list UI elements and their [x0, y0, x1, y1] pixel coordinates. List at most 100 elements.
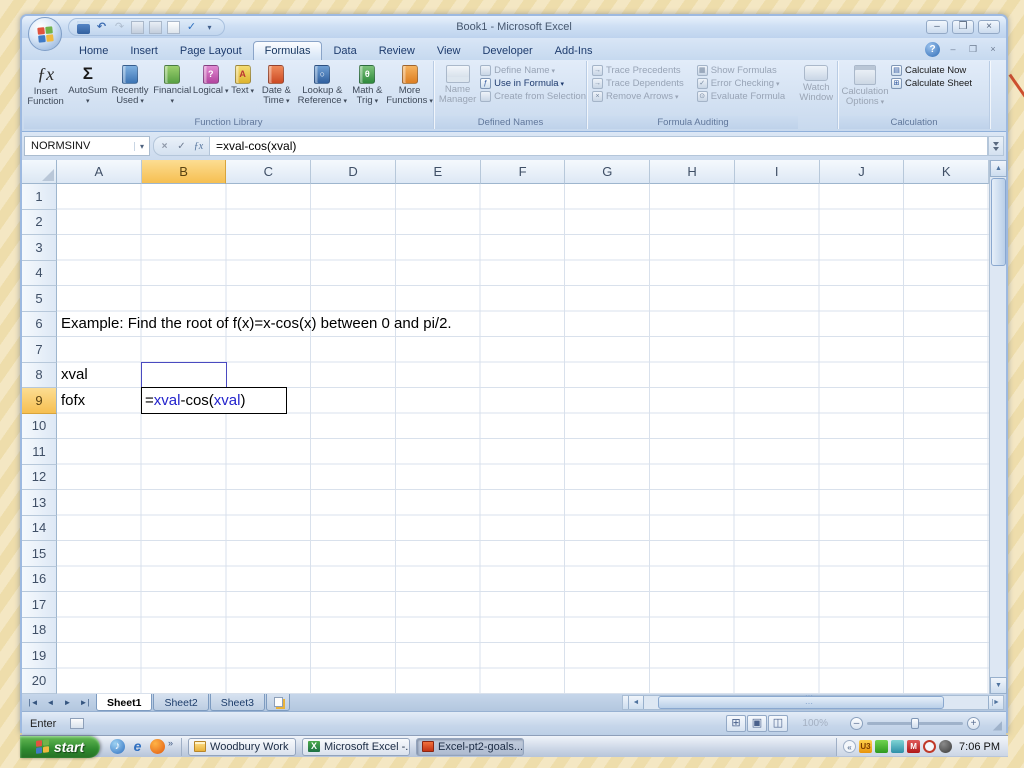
- insert-worksheet-button[interactable]: [266, 694, 290, 711]
- watch-window-button[interactable]: Watch Window: [796, 61, 837, 116]
- zoom-level[interactable]: 100%: [802, 718, 828, 729]
- tab-view[interactable]: View: [426, 42, 472, 60]
- row-header[interactable]: 12: [22, 464, 57, 490]
- sheet-tab-sheet2[interactable]: Sheet2: [153, 694, 209, 711]
- new-document-icon[interactable]: [167, 20, 180, 34]
- row-header[interactable]: 2: [22, 209, 57, 235]
- print-preview-icon[interactable]: [131, 20, 144, 34]
- task-button-microsoft-excel[interactable]: Microsoft Excel -...: [302, 737, 411, 756]
- cell-b8-reference-highlight[interactable]: [141, 362, 227, 389]
- row-header[interactable]: 7: [22, 337, 57, 363]
- firefox-icon[interactable]: [150, 739, 165, 754]
- page-layout-view-icon[interactable]: [747, 715, 767, 732]
- wireless-tray-icon[interactable]: [875, 740, 889, 753]
- cell-b9-edit-box[interactable]: =xval-cos(xval): [141, 387, 287, 414]
- zoom-slider[interactable]: [867, 718, 963, 729]
- tab-data[interactable]: Data: [322, 42, 367, 60]
- row-header[interactable]: 4: [22, 260, 57, 286]
- zoom-out-icon[interactable]: [850, 717, 863, 730]
- financial-button[interactable]: Financial: [152, 61, 193, 116]
- scroll-down-icon[interactable]: [990, 677, 1007, 694]
- row-header[interactable]: 16: [22, 566, 57, 592]
- workbook-minimize-icon[interactable]: [946, 44, 960, 56]
- resize-grip[interactable]: [993, 718, 1002, 732]
- text-button[interactable]: A Text: [229, 61, 257, 116]
- more-functions-button[interactable]: More Functions: [386, 61, 433, 116]
- column-header-c[interactable]: C: [226, 160, 312, 184]
- enter-icon[interactable]: [173, 141, 190, 152]
- maximize-button[interactable]: [952, 20, 974, 34]
- clock-tray-icon[interactable]: [939, 740, 953, 753]
- tab-review[interactable]: Review: [368, 42, 426, 60]
- column-header-h[interactable]: H: [650, 160, 735, 184]
- undo-icon[interactable]: [95, 21, 108, 34]
- antivirus-tray-icon[interactable]: [907, 740, 921, 753]
- horizontal-scrollbar[interactable]: [622, 695, 1004, 710]
- trace-dependents-button[interactable]: → Trace Dependents: [592, 78, 697, 89]
- tab-page-layout[interactable]: Page Layout: [169, 42, 253, 60]
- hide-icons-chevron-icon[interactable]: [843, 740, 857, 753]
- define-name-button[interactable]: Define Name: [480, 65, 586, 76]
- column-header-g[interactable]: G: [565, 160, 651, 184]
- show-formulas-button[interactable]: ▦ Show Formulas: [696, 65, 796, 76]
- autosum-button[interactable]: Σ AutoSum: [67, 61, 108, 116]
- name-box-dropdown-icon[interactable]: [134, 141, 149, 151]
- error-checking-button[interactable]: ✓ Error Checking: [696, 78, 796, 89]
- row-header[interactable]: 1: [22, 184, 57, 210]
- spelling-icon[interactable]: [185, 21, 198, 34]
- select-all-button[interactable]: [22, 160, 57, 184]
- expand-formula-bar-button[interactable]: [988, 136, 1004, 156]
- recently-used-button[interactable]: Recently Used: [108, 61, 151, 116]
- internet-explorer-icon[interactable]: [130, 739, 145, 754]
- open-icon[interactable]: [149, 20, 162, 34]
- office-button[interactable]: [28, 17, 62, 51]
- row-header[interactable]: 11: [22, 439, 57, 465]
- column-header-f[interactable]: F: [480, 160, 566, 184]
- customize-qat-icon[interactable]: [203, 21, 216, 34]
- cell-a9-text[interactable]: fofx: [61, 388, 85, 414]
- column-header-d[interactable]: D: [311, 160, 396, 184]
- cell-a8-text[interactable]: xval: [61, 362, 88, 388]
- close-button[interactable]: [978, 20, 1000, 34]
- utility-tray-icon[interactable]: [891, 740, 905, 753]
- macro-record-icon[interactable]: [70, 718, 85, 729]
- calculate-now-button[interactable]: ▤ Calculate Now: [891, 65, 972, 76]
- row-header[interactable]: 18: [22, 617, 57, 643]
- trace-precedents-button[interactable]: → Trace Precedents: [592, 65, 697, 76]
- calculate-sheet-button[interactable]: ⊞ Calculate Sheet: [891, 78, 972, 89]
- column-header-k[interactable]: K: [904, 160, 990, 184]
- remove-arrows-button[interactable]: × Remove Arrows: [592, 91, 697, 102]
- tab-home[interactable]: Home: [68, 42, 119, 60]
- row-header[interactable]: 13: [22, 490, 57, 516]
- column-header-i[interactable]: I: [734, 160, 820, 184]
- row-header[interactable]: 3: [22, 235, 57, 261]
- insert-function-icon[interactable]: [190, 141, 207, 152]
- u3-tray-icon[interactable]: U3: [859, 740, 873, 753]
- scroll-right-icon[interactable]: [988, 696, 1003, 709]
- redo-icon[interactable]: [113, 21, 126, 34]
- music-player-icon[interactable]: [110, 739, 125, 754]
- first-sheet-icon[interactable]: [26, 698, 41, 707]
- next-sheet-icon[interactable]: [60, 698, 75, 707]
- create-from-selection-button[interactable]: Create from Selection: [480, 91, 586, 102]
- row-header[interactable]: 10: [22, 413, 57, 439]
- column-header-e[interactable]: E: [395, 160, 481, 184]
- normal-view-icon[interactable]: [726, 715, 746, 732]
- task-button-woodbury-work[interactable]: Woodbury Work: [188, 737, 297, 756]
- horizontal-scroll-thumb[interactable]: [658, 696, 944, 709]
- tab-developer[interactable]: Developer: [471, 42, 543, 60]
- start-button[interactable]: start: [20, 735, 100, 758]
- tab-formulas[interactable]: Formulas: [252, 41, 323, 60]
- cells-area[interactable]: Example: Find the root of f(x)=x-cos(x) …: [57, 184, 989, 694]
- last-sheet-icon[interactable]: [77, 698, 92, 707]
- page-break-view-icon[interactable]: [768, 715, 788, 732]
- vertical-scrollbar[interactable]: [989, 160, 1007, 694]
- row-header-9[interactable]: 9: [22, 388, 57, 414]
- scroll-up-icon[interactable]: [990, 160, 1007, 177]
- tab-insert[interactable]: Insert: [119, 42, 169, 60]
- row-header[interactable]: 17: [22, 592, 57, 618]
- column-header-a[interactable]: A: [57, 160, 142, 184]
- task-button-excel-pt2-goals[interactable]: Excel-pt2-goals...: [416, 737, 525, 756]
- previous-sheet-icon[interactable]: [43, 698, 58, 707]
- zoom-slider-thumb[interactable]: [911, 718, 919, 729]
